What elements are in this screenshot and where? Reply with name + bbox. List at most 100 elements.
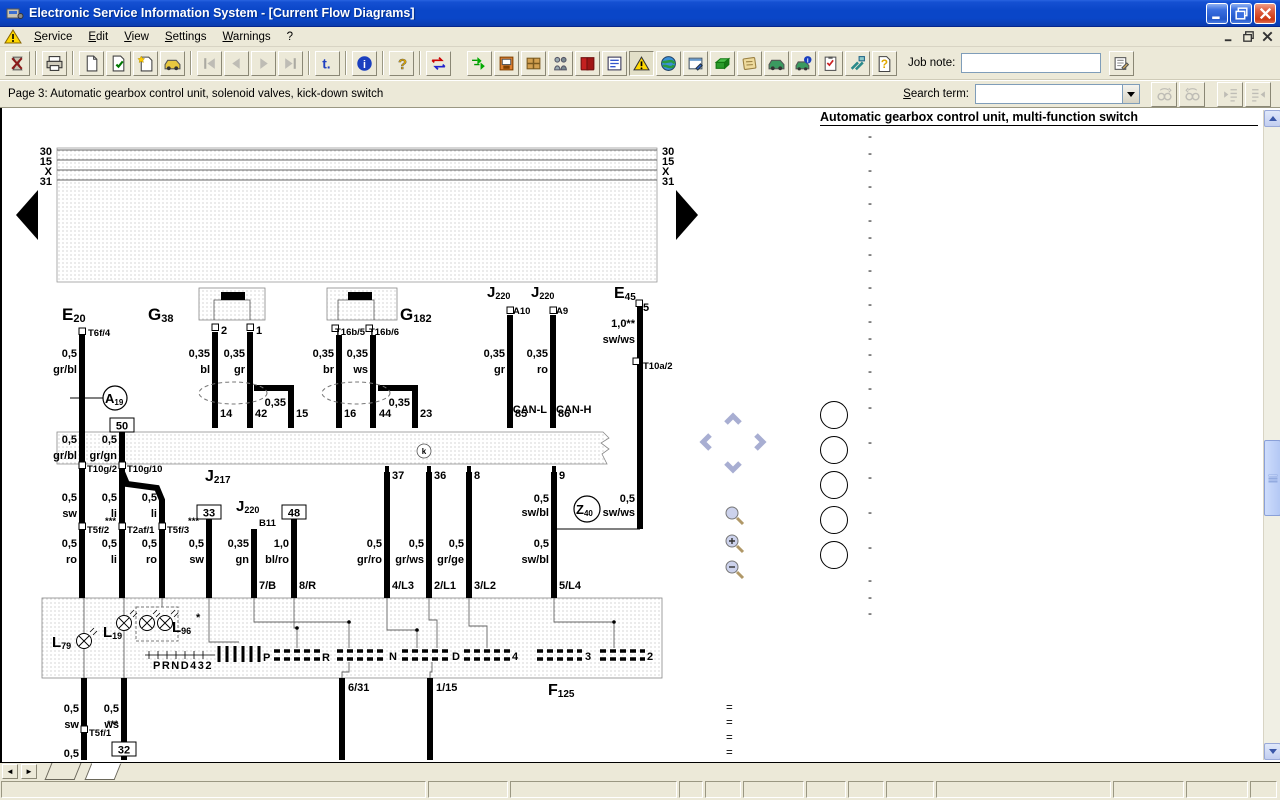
menu-item-view[interactable]: View — [116, 29, 157, 45]
zoom-in-button[interactable] — [722, 532, 748, 558]
diagram-label: 0,35 — [228, 538, 249, 550]
job-note-input[interactable] — [961, 53, 1101, 73]
vertical-scrollbar[interactable] — [1263, 110, 1280, 760]
diagram-label: 16 — [344, 408, 356, 420]
help-icon: ? — [393, 55, 410, 72]
legend-panel: Automatic gearbox control unit, multi-fu… — [820, 110, 1258, 622]
menu-item-settings[interactable]: Settings — [157, 29, 215, 45]
page-new-button[interactable] — [133, 51, 158, 76]
diagram-label: ws — [103, 719, 119, 731]
diagram-label: P — [263, 652, 270, 664]
nav-next-button[interactable] — [251, 51, 276, 76]
search-term-value[interactable] — [976, 85, 1122, 103]
zoom-area-button[interactable] — [722, 504, 748, 530]
status-готово — [1, 781, 426, 798]
pan-up-button[interactable] — [720, 408, 746, 434]
note-edit-icon — [1113, 55, 1130, 72]
print-button[interactable] — [42, 51, 67, 76]
scroll-down-button[interactable] — [1264, 743, 1280, 760]
tab-current-flow-diagrams[interactable] — [85, 763, 122, 780]
arrow-up-icon — [1269, 116, 1277, 121]
map-note-button[interactable] — [737, 51, 762, 76]
document-list-button[interactable] — [602, 51, 627, 76]
info-button[interactable]: i — [352, 51, 377, 76]
list-remove-button[interactable] — [1245, 82, 1271, 107]
tools-button[interactable] — [845, 51, 870, 76]
restore-button[interactable] — [1230, 3, 1252, 24]
red-book-button[interactable] — [575, 51, 600, 76]
green-car-button[interactable] — [764, 51, 789, 76]
swap-arrows-button[interactable] — [426, 51, 451, 76]
pan-right-button[interactable] — [746, 430, 772, 456]
menu-item-warnings[interactable]: Warnings — [214, 29, 278, 45]
diagram-label: gr — [494, 364, 506, 376]
component-boxes — [199, 288, 397, 320]
tab-overview[interactable] — [45, 763, 82, 780]
exit-icon — [9, 55, 26, 72]
chevron-down-icon — [721, 454, 745, 478]
figures-button[interactable] — [548, 51, 573, 76]
component-label-G182: G182 — [400, 305, 432, 325]
legend-item: - — [820, 178, 1258, 195]
diagram-label: B11 — [259, 518, 277, 529]
legend-item: - — [820, 330, 1258, 347]
exit-button[interactable] — [5, 51, 30, 76]
mdi-minimize-button[interactable] — [1221, 29, 1238, 44]
nav-prev-button[interactable] — [224, 51, 249, 76]
tab-scroll-left-button[interactable]: ◄ — [2, 764, 18, 779]
list-add-button[interactable] — [1217, 82, 1243, 107]
diagram-label: gr/ro — [357, 554, 382, 566]
help-button[interactable]: ? — [389, 51, 414, 76]
car-info-button[interactable]: i — [791, 51, 816, 76]
scrollbar-thumb[interactable] — [1264, 440, 1280, 516]
diagram-label: 0,5 — [102, 492, 117, 504]
mdi-close-button[interactable] — [1259, 29, 1276, 44]
car-button[interactable] — [160, 51, 185, 76]
find-next-button[interactable] — [1151, 82, 1177, 107]
diagram-label: ws — [352, 364, 368, 376]
job-note-button[interactable] — [1109, 51, 1134, 76]
nav-last-button[interactable] — [278, 51, 303, 76]
figures-icon — [552, 55, 569, 72]
find-prev-icon — [1184, 86, 1201, 103]
diagram-label: 0,5 — [62, 348, 77, 360]
pan-left-button[interactable] — [694, 430, 720, 456]
diagram-label: T10a/2 — [643, 361, 673, 372]
tab-scroll-right-button[interactable]: ► — [21, 764, 37, 779]
green-block-button[interactable] — [710, 51, 735, 76]
menu-item-service[interactable]: Service — [26, 29, 80, 45]
warning-doc-icon — [4, 29, 22, 44]
pan-down-button[interactable] — [720, 454, 746, 480]
menu-item-?[interactable]: ? — [279, 29, 301, 45]
transfer-button[interactable] — [467, 51, 492, 76]
zoom-out-button[interactable] — [722, 558, 748, 584]
combo-dropdown-button[interactable] — [1122, 85, 1139, 103]
window-edit-button[interactable] — [683, 51, 708, 76]
status-w — [679, 781, 703, 798]
warning-triangle-button[interactable] — [629, 51, 654, 76]
search-term-combobox[interactable] — [975, 84, 1140, 104]
new-page-button[interactable] — [79, 51, 104, 76]
diagram-label: gr/bl — [53, 450, 77, 462]
menu-bar: ServiceEditViewSettingsWarnings? — [0, 27, 1280, 47]
doc-question-button[interactable]: ? — [872, 51, 897, 76]
diagram-viewport: 3015X313015X31T6f/4T10g/2T10g/10***T5f/2… — [0, 108, 1280, 762]
close-button[interactable] — [1254, 3, 1276, 24]
page-title: Page 3: Automatic gearbox control unit, … — [8, 88, 383, 100]
chevron-right-icon — [747, 430, 771, 454]
globe-button[interactable] — [656, 51, 681, 76]
menu-item-edit[interactable]: Edit — [80, 29, 116, 45]
nav-first-button[interactable] — [197, 51, 222, 76]
disk-window-button[interactable] — [494, 51, 519, 76]
package-button[interactable] — [521, 51, 546, 76]
scroll-up-button[interactable] — [1264, 110, 1280, 127]
goto-t-button[interactable]: t. — [315, 51, 340, 76]
mdi-restore-button[interactable] — [1240, 29, 1257, 44]
transfer-icon — [471, 55, 488, 72]
checklist-button[interactable] — [818, 51, 843, 76]
minimize-button[interactable] — [1206, 3, 1228, 24]
search-term-label: Search term: — [903, 88, 969, 100]
car-icon — [164, 55, 181, 72]
find-prev-button[interactable] — [1179, 82, 1205, 107]
page-check-button[interactable] — [106, 51, 131, 76]
